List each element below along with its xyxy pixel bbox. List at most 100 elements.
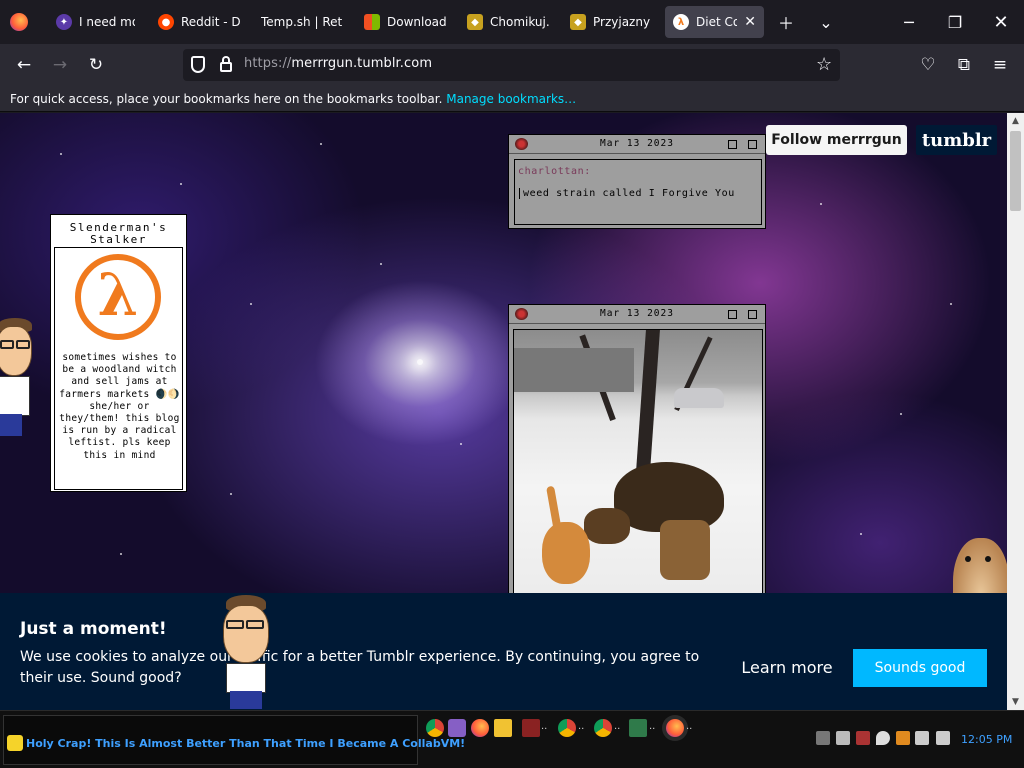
chrome-icon[interactable]: [594, 719, 612, 737]
tab-i-need-more[interactable]: ✦ I need mor: [48, 6, 143, 38]
reload-button[interactable]: ↻: [82, 52, 110, 78]
url-bar[interactable]: https://merrrgun.tumblr.com ☆: [183, 49, 840, 81]
sounds-good-button[interactable]: Sounds good: [853, 649, 987, 687]
hank-jeans: [230, 691, 262, 709]
app-tray-icon[interactable]: [856, 731, 870, 745]
post-quote: weed strain called I Forgive You: [519, 188, 739, 199]
star: [380, 263, 382, 265]
tab-chomikuj[interactable]: ◆ Chomikuj.p: [459, 6, 557, 38]
star: [820, 203, 822, 205]
maximize-box-icon: [748, 140, 757, 149]
network-tray-icon[interactable]: [816, 731, 830, 745]
hank-glasses: [246, 620, 264, 629]
hank-hill-sticker-banner: [218, 595, 274, 710]
hank-shirt: [226, 663, 266, 693]
app-tray-icon[interactable]: [896, 731, 910, 745]
taskbar-dots: ..: [686, 721, 693, 732]
tumblr-logo[interactable]: tumblr: [916, 125, 997, 155]
url-scheme: https://: [244, 56, 292, 71]
hank-hill-sticker-left: [0, 318, 36, 438]
post-header: Mar 13 2023: [509, 305, 765, 324]
tab-reddit[interactable]: ● Reddit - Di: [150, 6, 248, 38]
bookmarks-message: For quick access, place your bookmarks h…: [10, 92, 576, 106]
star: [950, 303, 952, 305]
app-tray-icon[interactable]: [836, 731, 850, 745]
volume-tray-icon[interactable]: [936, 731, 950, 745]
pocket-icon[interactable]: ♡: [914, 52, 942, 78]
star: [120, 553, 122, 555]
scroll-up-arrow-icon[interactable]: ▲: [1007, 113, 1024, 129]
chrome-icon[interactable]: [558, 719, 576, 737]
game-icon[interactable]: [629, 719, 647, 737]
tab-label: I need mor: [79, 15, 135, 29]
url-text[interactable]: https://merrrgun.tumblr.com: [244, 56, 432, 71]
tab-przyjazny[interactable]: ◆ Przyjazny d: [562, 6, 660, 38]
close-window-button[interactable]: ✕: [978, 0, 1024, 44]
tab-temp-sh[interactable]: Temp.sh | Retro: [253, 6, 351, 38]
hamster-eye: [965, 556, 971, 562]
hank-glasses: [226, 620, 244, 629]
tab-label: Temp.sh | Retro: [261, 15, 343, 29]
list-all-tabs-button[interactable]: ⌄: [803, 0, 849, 44]
post-text: Mar 13 2023 charlottan: weed strain call…: [508, 134, 766, 229]
star: [417, 359, 423, 365]
page-scrollbar[interactable]: ▲ ▼: [1007, 113, 1024, 710]
back-button[interactable]: ←: [10, 52, 38, 78]
tracking-protection-icon[interactable]: [191, 56, 205, 73]
taskbar: Holy Crap! This Is Almost Better Than Th…: [0, 710, 1024, 768]
taskbar-dots: ..: [649, 721, 656, 732]
cat-tail: [546, 485, 562, 533]
menu-icon[interactable]: ≡: [986, 52, 1014, 78]
windows-icon: [364, 14, 380, 30]
visual-studio-icon[interactable]: [448, 719, 466, 737]
snow-dog-cat-video[interactable]: [513, 329, 763, 594]
tab-diet-coke[interactable]: λ Diet Cok ✕: [665, 6, 764, 38]
app-icon[interactable]: [522, 719, 540, 737]
dog-legs: [660, 520, 710, 580]
follow-button[interactable]: Follow merrrgun: [766, 125, 907, 155]
minimize-button[interactable]: ─: [886, 0, 932, 44]
bookmark-star-icon[interactable]: ☆: [816, 54, 832, 75]
star: [900, 413, 902, 415]
star: [860, 533, 862, 535]
firefox-icon[interactable]: [471, 719, 489, 737]
close-tab-icon[interactable]: ✕: [744, 14, 756, 30]
scroll-down-arrow-icon[interactable]: ▼: [1007, 694, 1024, 710]
system-clock[interactable]: 12:05 PM: [961, 733, 1012, 746]
reblog-username[interactable]: charlottan:: [518, 166, 761, 177]
star: [460, 443, 462, 445]
manage-bookmarks-link[interactable]: Manage bookmarks…: [446, 92, 576, 106]
lambda-avatar-icon[interactable]: λ: [75, 254, 161, 340]
droplet-tray-icon[interactable]: [876, 731, 890, 745]
blog-profile-card: Slenderman's Stalker λ sometimes wishes …: [50, 214, 187, 492]
page-content: Slenderman's Stalker λ sometimes wishes …: [0, 113, 1007, 710]
chrome-icon[interactable]: [426, 719, 444, 737]
maximize-button[interactable]: ❐: [932, 0, 978, 44]
smiley-icon: [7, 735, 23, 751]
star: [250, 303, 252, 305]
file-explorer-icon[interactable]: [494, 719, 512, 737]
tab-download[interactable]: Download: [356, 6, 454, 38]
post-header: Mar 13 2023: [509, 135, 765, 154]
tab-label: Download: [387, 15, 446, 29]
firefox-menu-icon[interactable]: [10, 13, 28, 31]
url-host: merrrgun.tumblr.com: [291, 56, 433, 71]
lock-shackle: [222, 56, 230, 64]
scrollbar-thumb[interactable]: [1010, 131, 1021, 211]
hank-glasses: [16, 340, 30, 349]
firefox-active-icon[interactable]: [666, 719, 684, 737]
minimize-box-icon: [728, 140, 737, 149]
bookmarks-hint: For quick access, place your bookmarks h…: [10, 92, 443, 106]
learn-more-button[interactable]: Learn more: [738, 648, 836, 686]
house: [514, 348, 634, 392]
maximize-box-icon: [748, 310, 757, 319]
hank-jeans: [0, 414, 22, 436]
star: [320, 143, 322, 145]
extensions-icon[interactable]: ⧉: [950, 52, 978, 78]
wifi-tray-icon[interactable]: [915, 731, 929, 745]
winamp-marquee[interactable]: Holy Crap! This Is Almost Better Than Th…: [3, 715, 465, 765]
cookie-title: Just a moment!: [20, 619, 167, 639]
forward-button[interactable]: →: [46, 52, 74, 78]
hank-glasses: [0, 340, 14, 349]
hamster-eye: [985, 556, 991, 562]
